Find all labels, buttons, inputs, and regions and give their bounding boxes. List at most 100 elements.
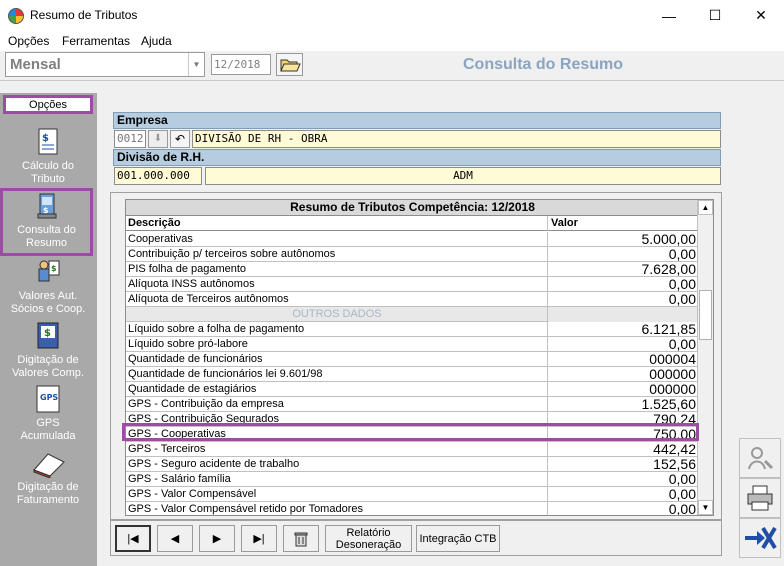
next-record-button[interactable]: ▶ <box>199 525 235 552</box>
divisao-name-field: ADM <box>205 167 721 185</box>
table-row[interactable]: Cooperativas 5.000,00 <box>126 232 699 247</box>
column-header-descricao[interactable]: Descrição <box>128 216 546 231</box>
menu-bar: Opções Ferramentas Ajuda <box>0 31 784 51</box>
svg-text:GPS: GPS <box>40 393 58 402</box>
download-icon[interactable]: ⬇ <box>148 130 168 148</box>
sidebar-item-gps-acumulada[interactable]: GPS GPS Acumulada <box>3 384 93 443</box>
sidebar-item-digitacao-valores[interactable]: $ Digitação de Valores Comp. <box>3 321 93 380</box>
print-button[interactable] <box>739 478 781 518</box>
person-search-icon <box>748 447 774 470</box>
cell-descricao: GPS - Valor Compensável retido por Tomad… <box>128 503 363 515</box>
table-row[interactable]: GPS - Valor Compensável 0,00 <box>126 487 699 502</box>
gps-document-icon: GPS <box>36 385 60 413</box>
menu-opcoes[interactable]: Opções <box>8 34 49 48</box>
cell-valor: 0,00 <box>547 502 698 515</box>
table-row[interactable]: PIS folha de pagamento 7.628,00 <box>126 262 699 277</box>
maximize-button[interactable]: ☐ <box>692 0 738 31</box>
close-button[interactable]: ✕ <box>738 0 784 31</box>
column-header-valor[interactable]: Valor <box>547 216 698 231</box>
cell-valor <box>547 307 698 322</box>
sidebar-item-label: Cálculo do Tributo <box>22 160 74 185</box>
period-select[interactable]: Mensal ▼ <box>5 52 205 77</box>
scroll-down-icon[interactable]: ▼ <box>698 500 713 515</box>
cell-valor: 0,00 <box>547 277 698 292</box>
cell-descricao: Contribuição p/ terceiros sobre autônomo… <box>128 248 336 260</box>
exit-icon <box>745 526 777 550</box>
sidebar-item-label: Digitação de Faturamento <box>16 481 80 506</box>
table-row[interactable]: Alíquota de Terceiros autônomos 0,00 <box>126 292 699 307</box>
consult-person-button[interactable] <box>739 438 781 478</box>
cell-descricao: GPS - Salário família <box>128 473 231 485</box>
divisao-code-field[interactable]: 001.000.000 <box>114 167 202 185</box>
sidebar-item-label: Digitação de Valores Comp. <box>12 354 84 379</box>
vertical-scrollbar[interactable]: ▲ ▼ <box>697 200 713 515</box>
cell-valor: 6.121,85 <box>547 322 698 337</box>
table-row[interactable]: GPS - Terceiros 442,42 <box>126 442 699 457</box>
computer-consult-icon: $ <box>37 193 56 219</box>
table-row[interactable]: Alíquota INSS autônomos 0,00 <box>126 277 699 292</box>
cell-descricao: Líquido sobre a folha de pagamento <box>128 323 305 335</box>
table-row[interactable]: Quantidade de funcionários lei 9.601/98 0… <box>126 367 699 382</box>
relatorio-desoneracao-button[interactable]: Relatório Desoneração <box>325 525 412 552</box>
menu-ferramentas[interactable]: Ferramentas <box>62 34 130 48</box>
cell-valor: 0,00 <box>547 487 698 502</box>
table-row[interactable]: GPS - Seguro acidente de trabalho 152,56 <box>126 457 699 472</box>
cell-descricao: OUTROS DADOS <box>292 308 382 320</box>
section-header-row[interactable]: OUTROS DADOS <box>126 307 699 322</box>
first-record-button[interactable]: |◀ <box>115 525 151 552</box>
cell-descricao: Quantidade de funcionários <box>128 353 263 365</box>
cell-valor: 000004 <box>547 352 698 367</box>
empresa-header: Empresa <box>113 112 721 129</box>
table-row[interactable]: Contribuição p/ terceiros sobre autônomo… <box>126 247 699 262</box>
table-row[interactable]: Líquido sobre pró-labore 0,00 <box>126 337 699 352</box>
previous-record-button[interactable]: ◀ <box>157 525 193 552</box>
cell-valor: 1.525,60 <box>547 397 698 412</box>
delete-button[interactable] <box>283 525 319 552</box>
scroll-up-icon[interactable]: ▲ <box>698 200 713 215</box>
sidebar-item-consulta[interactable]: $ Consulta do Resumo <box>0 188 93 256</box>
cell-descricao: Quantidade de estagiários <box>128 383 257 395</box>
open-folder-button[interactable] <box>276 53 303 76</box>
cell-descricao: Cooperativas <box>128 233 193 245</box>
minimize-button[interactable]: — <box>646 0 692 31</box>
svg-text:$: $ <box>51 264 57 273</box>
last-record-button[interactable]: ▶| <box>241 525 277 552</box>
table-row[interactable]: Quantidade de estagiários 000000 <box>126 382 699 397</box>
window-title: Resumo de Tributos <box>30 8 138 22</box>
undo-icon[interactable]: ↶ <box>170 130 190 148</box>
selected-row-highlight <box>122 423 699 441</box>
trash-icon <box>294 532 308 546</box>
cell-valor: 7.628,00 <box>547 262 698 277</box>
cell-descricao: GPS - Valor Compensável <box>128 488 257 500</box>
cell-valor: 152,56 <box>547 457 698 472</box>
chevron-down-icon[interactable]: ▼ <box>188 53 204 76</box>
cell-valor: 0,00 <box>547 472 698 487</box>
svg-text:$: $ <box>44 328 51 339</box>
table-row[interactable]: Líquido sobre a folha de pagamento 6.121,… <box>126 322 699 337</box>
integracao-ctb-button[interactable]: Integração CTB <box>416 525 500 552</box>
empresa-code-field[interactable]: 0012 <box>114 130 146 148</box>
screen-title: Consulta do Resumo <box>463 56 624 73</box>
grid-title: Resumo de Tributos Competência: 12/2018 <box>126 200 699 216</box>
sidebar-header: Opções <box>3 95 93 114</box>
cell-valor: 5.000,00 <box>547 232 698 247</box>
navigation-bar: |◀ ◀ ▶ ▶| Relatório Desoneração Integraç… <box>110 520 722 556</box>
competencia-date-field[interactable]: 12/2018 <box>211 54 271 75</box>
table-row[interactable]: GPS - Valor Compensável retido por Tomad… <box>126 502 699 515</box>
table-row[interactable]: Quantidade de funcionários 000004 <box>126 352 699 367</box>
scroll-thumb[interactable] <box>699 290 712 340</box>
people-money-icon: $ <box>38 260 60 282</box>
sidebar-item-valores-aut[interactable]: $ Valores Aut. Sócios e Coop. <box>3 257 93 316</box>
menu-ajuda[interactable]: Ajuda <box>141 34 172 48</box>
sidebar-item-faturamento[interactable]: Digitação de Faturamento <box>3 448 93 507</box>
cell-valor: 442,42 <box>547 442 698 457</box>
sidebar-item-calculo[interactable]: $ Cálculo do Tributo <box>3 127 93 186</box>
table-row[interactable]: GPS - Salário família 0,00 <box>126 472 699 487</box>
exit-button[interactable] <box>739 518 781 558</box>
grid-column-headers: Descrição Valor <box>126 216 699 231</box>
empresa-name-field: DIVISÃO DE RH - OBRA <box>192 130 721 148</box>
table-row[interactable]: GPS - Contribuição da empresa 1.525,60 <box>126 397 699 412</box>
cell-valor: 0,00 <box>547 292 698 307</box>
sidebar-item-label: GPS Acumulada <box>20 417 76 442</box>
cell-descricao: GPS - Contribuição da empresa <box>128 398 284 410</box>
